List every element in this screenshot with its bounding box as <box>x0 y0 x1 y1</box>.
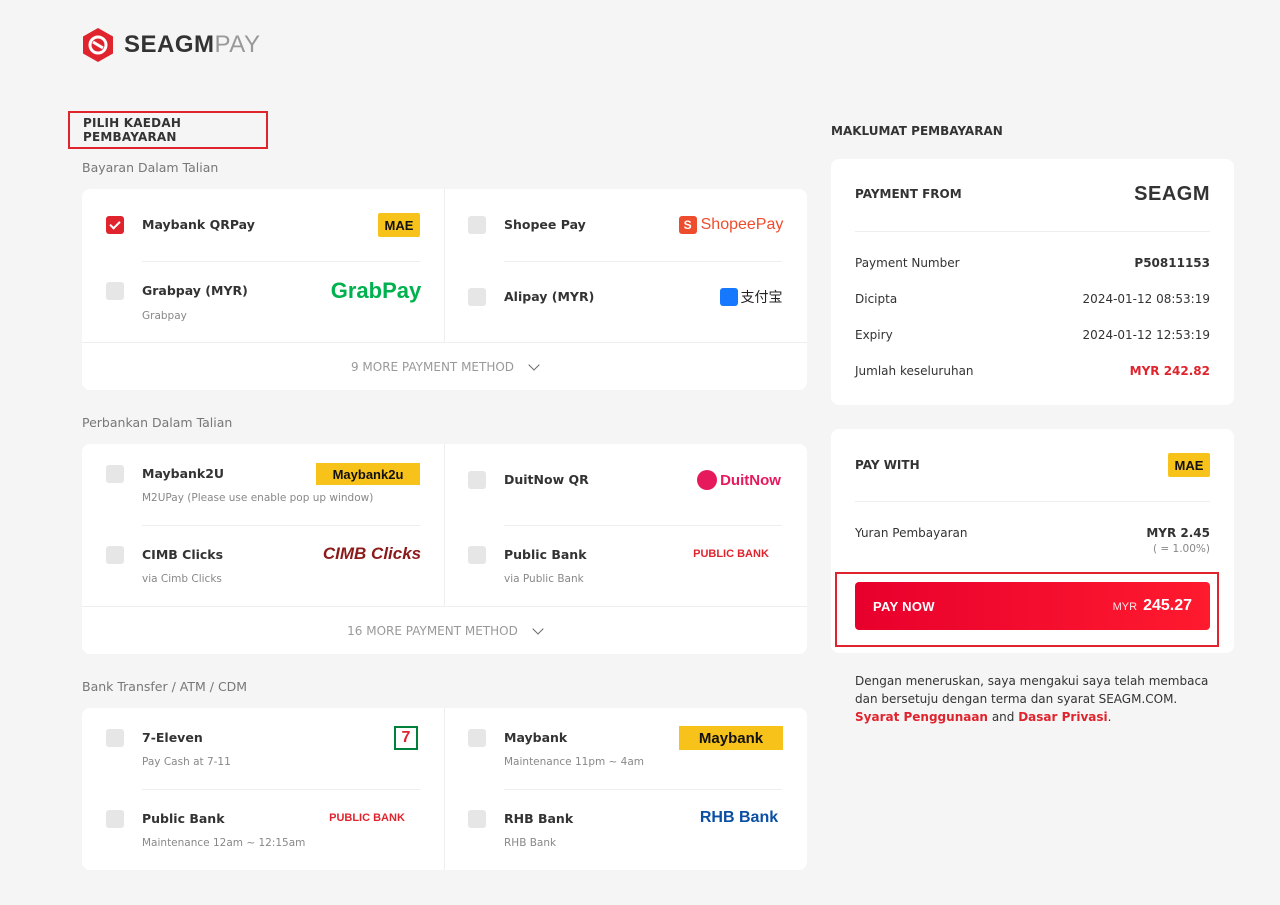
seagm-logo-icon <box>83 28 113 62</box>
payment-info-card: PAYMENT FROM SEAGM Payment Number P50811… <box>831 159 1234 405</box>
method-maybank2u[interactable]: Maybank2U M2UPay (Please use enable pop … <box>82 444 444 525</box>
total-value: MYR 242.82 <box>1129 364 1210 378</box>
brand-wordmark: SEAGMPAY <box>124 31 261 58</box>
checkbox[interactable] <box>106 729 124 747</box>
maybank-logo: Maybank <box>679 726 783 750</box>
choose-payment-title: PILIH KAEDAH PEMBAYARAN <box>68 111 268 149</box>
payment-number-label: Payment Number <box>855 256 960 270</box>
expiry-label: Expiry <box>855 328 893 342</box>
checkbox[interactable] <box>468 546 486 564</box>
created-value: 2024-01-12 08:53:19 <box>1082 292 1210 306</box>
method-public-bank-atm[interactable]: Public Bank Maintenance 12am ~ 12:15am P… <box>82 790 444 870</box>
public-bank-logo: PUBLIC BANK <box>693 548 769 560</box>
shopeepay-logo: S ShopeePay <box>678 213 784 237</box>
chevron-down-icon <box>528 358 540 371</box>
public-bank-logo: PUBLIC BANK <box>329 812 405 824</box>
more-online-methods-toggle[interactable]: 9 MORE PAYMENT METHOD <box>82 342 807 390</box>
grabpay-logo: GrabPay <box>330 278 422 303</box>
payment-from-label: PAYMENT FROM <box>855 187 962 201</box>
7-eleven-logo: 7 <box>394 726 418 750</box>
duitnow-logo: DuitNow <box>694 468 784 492</box>
seagm-pay-logo[interactable]: SEAGMPAY <box>82 27 260 63</box>
shopee-bag-icon: S <box>678 216 697 234</box>
checkbox[interactable] <box>106 810 124 828</box>
checkbox[interactable] <box>106 282 124 300</box>
total-label: Jumlah keseluruhan <box>855 364 974 378</box>
cimb-clicks-logo: CIMB Clicks <box>322 544 422 563</box>
fee-value: MYR 2.45 <box>1146 526 1210 540</box>
rhb-bank-logo: RHB Bank <box>699 809 779 826</box>
payment-info-title: MAKLUMAT PEMBAYARAN <box>831 124 1003 138</box>
section-label-banking: Perbankan Dalam Talian <box>82 415 233 430</box>
mae-logo: MAE <box>1168 453 1210 477</box>
checkbox[interactable] <box>468 810 486 828</box>
online-banking-card: Maybank2U M2UPay (Please use enable pop … <box>82 444 807 654</box>
method-public-bank[interactable]: Public Bank via Public Bank PUBLIC BANK <box>444 526 807 606</box>
checkbox[interactable] <box>106 465 124 483</box>
method-shopee-pay[interactable]: Shopee Pay S ShopeePay <box>444 189 807 261</box>
payment-number-value: P50811153 <box>1134 256 1210 270</box>
expiry-value: 2024-01-12 12:53:19 <box>1082 328 1210 342</box>
bank-transfer-card: 7-Eleven Pay Cash at 7-11 7 Public Bank … <box>82 708 807 870</box>
alipay-icon <box>719 288 738 306</box>
terms-notice: Dengan meneruskan, saya mengakui saya te… <box>855 674 1209 724</box>
chevron-down-icon <box>532 622 544 635</box>
method-rhb-bank[interactable]: RHB Bank RHB Bank RHB Bank <box>444 790 807 870</box>
checkbox[interactable] <box>468 216 486 234</box>
method-7-eleven[interactable]: 7-Eleven Pay Cash at 7-11 7 <box>82 708 444 789</box>
method-maybank-qrpay[interactable]: Maybank QRPay MAE <box>82 189 444 261</box>
section-label-transfer: Bank Transfer / ATM / CDM <box>82 679 248 694</box>
method-maybank[interactable]: Maybank Maintenance 11pm ~ 4am Maybank <box>444 708 807 789</box>
online-payment-card: Maybank QRPay MAE Grabpay (MYR) Grabpay … <box>82 189 807 390</box>
terms-of-use-link[interactable]: Syarat Penggunaan <box>855 710 988 724</box>
duitnow-icon <box>697 470 718 490</box>
privacy-policy-link[interactable]: Dasar Privasi <box>1018 710 1107 724</box>
maybank2u-logo: Maybank2u <box>316 463 420 485</box>
checkbox[interactable] <box>106 546 124 564</box>
checkbox[interactable] <box>468 288 486 306</box>
alipay-logo: 支付宝 <box>718 286 784 308</box>
method-duitnow-qr[interactable]: DuitNow QR DuitNow <box>444 444 807 525</box>
pay-with-label: PAY WITH <box>855 458 920 472</box>
checkbox-checked[interactable] <box>106 216 124 234</box>
more-banking-methods-toggle[interactable]: 16 MORE PAYMENT METHOD <box>82 606 807 654</box>
method-grabpay[interactable]: Grabpay (MYR) Grabpay GrabPay <box>82 262 444 342</box>
section-label-online: Bayaran Dalam Talian <box>82 160 219 175</box>
fee-label: Yuran Pembayaran <box>855 526 968 540</box>
method-cimb-clicks[interactable]: CIMB Clicks via Cimb Clicks CIMB Clicks <box>82 526 444 606</box>
method-alipay[interactable]: Alipay (MYR) 支付宝 <box>444 262 807 342</box>
checkbox[interactable] <box>468 471 486 489</box>
merchant-logo: SEAGM <box>1134 183 1210 205</box>
mae-logo: MAE <box>378 213 420 237</box>
pay-now-button[interactable]: PAY NOW MYR 245.27 <box>855 582 1210 630</box>
created-label: Dicipta <box>855 292 898 306</box>
checkbox[interactable] <box>468 729 486 747</box>
fee-rate: ( = 1.00%) <box>1152 543 1210 555</box>
